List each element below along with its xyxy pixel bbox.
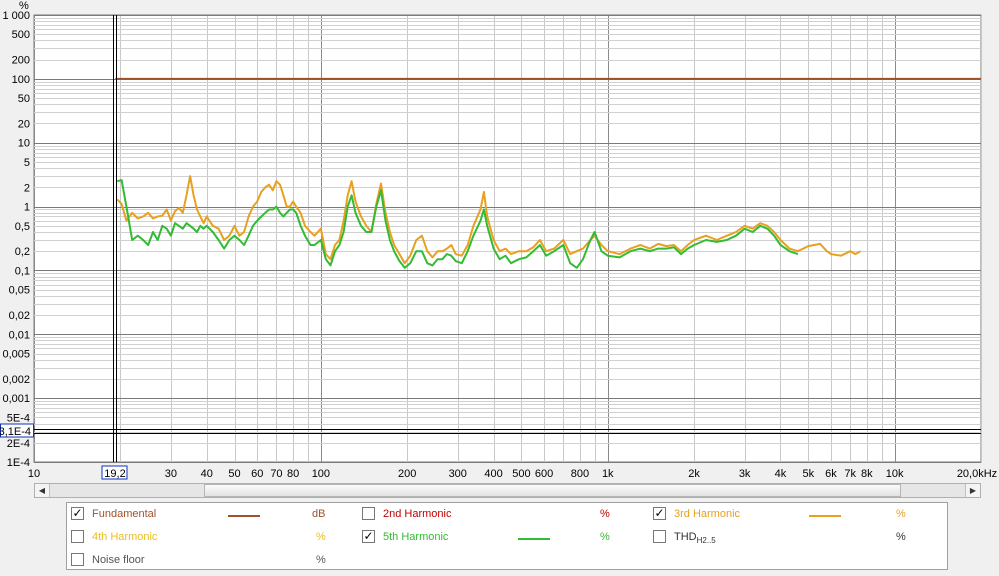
- legend-label-3rd-harmonic: 3rd Harmonic: [674, 508, 741, 520]
- legend-unit-3rd-harmonic: %: [896, 508, 906, 520]
- x-tick-label: 4k: [775, 468, 787, 480]
- legend-panel: ✓ Fundamental dB 2nd Harmonic % ✓ 3rd Ha…: [66, 502, 948, 570]
- 5th-harmonic-checkbox[interactable]: ✓: [362, 530, 375, 543]
- distortion-chart: % 1 0005002001005020105210,50,20,10,050,…: [0, 0, 997, 480]
- x-tick-label: 100: [312, 468, 330, 480]
- x-tick-label: 3k: [739, 468, 751, 480]
- legend-item-3rd-harmonic[interactable]: ✓ 3rd Harmonic %: [653, 505, 933, 523]
- scroll-right-button[interactable]: ▶: [965, 484, 980, 497]
- y-tick-label: 50: [18, 93, 30, 105]
- y-axis: 1 000 500 200 100 50 20 10 5 2 1 0,5 0,2 0,1 0,05 0,02…: [2, 10, 30, 469]
- legend-swatch-5th-harmonic: [518, 538, 550, 540]
- 2nd-harmonic-checkbox[interactable]: [362, 507, 375, 520]
- x-tick-label: 1k: [602, 468, 614, 480]
- y-tick-label: 1E-4: [7, 457, 30, 469]
- thd-label-subscript: H2..5: [696, 536, 716, 545]
- y-tick-label: 1: [24, 202, 30, 214]
- x-tick-label: 400: [484, 468, 502, 480]
- y-tick-label: 5E-4: [7, 412, 30, 424]
- x-tick-label: 5k: [802, 468, 814, 480]
- x-axis-end-label: 20,0kHz: [957, 468, 997, 480]
- x-tick-label: 6k: [825, 468, 837, 480]
- y-tick-label: 2: [24, 182, 30, 194]
- x-tick-label: 30: [165, 468, 177, 480]
- y-tick-label: 0,005: [2, 349, 30, 361]
- legend-item-5th-harmonic[interactable]: ✓ 5th Harmonic %: [362, 528, 632, 546]
- legend-label-fundamental: Fundamental: [92, 508, 157, 520]
- legend-item-thd[interactable]: THDH2..5 %: [653, 528, 933, 546]
- legend-label-4th-harmonic: 4th Harmonic: [92, 531, 158, 543]
- y-tick-label: 200: [12, 55, 30, 67]
- legend-unit-noise-floor: %: [316, 554, 326, 566]
- legend-item-4th-harmonic[interactable]: 4th Harmonic %: [71, 528, 341, 546]
- x-tick-label: 10k: [886, 468, 904, 480]
- fundamental-checkbox[interactable]: ✓: [71, 507, 84, 520]
- thd-checkbox[interactable]: [653, 530, 666, 543]
- y-tick-label: 2E-4: [7, 438, 30, 450]
- legend-item-fundamental[interactable]: ✓ Fundamental dB: [71, 505, 341, 523]
- x-tick-label: 800: [571, 468, 589, 480]
- legend-label-5th-harmonic: 5th Harmonic: [383, 531, 449, 543]
- cursor-x-readout: 19,2: [104, 468, 125, 480]
- x-tick-label: 80: [287, 468, 299, 480]
- noise-floor-checkbox[interactable]: [71, 553, 84, 566]
- y-tick-label: 0,5: [15, 221, 30, 233]
- legend-unit-fundamental: dB: [312, 508, 326, 520]
- horizontal-scrollbar[interactable]: ◀ ▶: [34, 483, 981, 498]
- x-tick-label: 7k: [844, 468, 856, 480]
- scroll-left-button[interactable]: ◀: [35, 484, 50, 497]
- y-tick-label: 100: [12, 74, 30, 86]
- 3rd-harmonic-checkbox[interactable]: ✓: [653, 507, 666, 520]
- x-tick-label: 200: [398, 468, 416, 480]
- scroll-thumb[interactable]: [204, 484, 901, 497]
- thd-label-text: THD: [674, 531, 697, 543]
- x-tick-label: 70: [270, 468, 282, 480]
- legend-unit-4th-harmonic: %: [316, 531, 326, 543]
- legend-item-noise-floor[interactable]: Noise floor %: [71, 551, 341, 569]
- x-tick-label: 40: [201, 468, 213, 480]
- y-tick-label: 0,05: [9, 285, 30, 297]
- legend-unit-thd: %: [896, 531, 906, 543]
- x-tick-label: 300: [449, 468, 467, 480]
- legend-unit-5th-harmonic: %: [600, 531, 610, 543]
- legend-label-2nd-harmonic: 2nd Harmonic: [383, 508, 452, 520]
- legend-item-2nd-harmonic[interactable]: 2nd Harmonic %: [362, 505, 632, 523]
- legend-unit-2nd-harmonic: %: [600, 508, 610, 520]
- x-tick-label: 2k: [688, 468, 700, 480]
- x-axis: 10 30 40 50 60 70 80 100 200 300 400 500 600 800 1k 2k 3…: [28, 468, 997, 480]
- y-tick-label: 0,2: [15, 246, 30, 258]
- x-tick-label: 8k: [861, 468, 873, 480]
- y-tick-label: 0,1: [15, 265, 30, 277]
- legend-swatch-fundamental: [228, 515, 260, 517]
- 4th-harmonic-checkbox[interactable]: [71, 530, 84, 543]
- x-tick-label: 600: [535, 468, 553, 480]
- x-tick-label: 60: [251, 468, 263, 480]
- x-tick-label: 50: [228, 468, 240, 480]
- x-tick-label: 500: [512, 468, 530, 480]
- y-tick-label: 0,002: [2, 374, 30, 386]
- y-tick-label: 5: [24, 157, 30, 169]
- y-tick-label: 10: [18, 138, 30, 150]
- scroll-track[interactable]: [50, 484, 965, 497]
- y-tick-label: 0,02: [9, 310, 30, 322]
- y-tick-label: 0,01: [9, 329, 30, 341]
- cursor-y-readout: 3,1E-4: [0, 426, 31, 438]
- legend-swatch-3rd-harmonic: [809, 515, 841, 517]
- y-tick-label: 20: [18, 118, 30, 130]
- x-tick-label: 10: [28, 468, 40, 480]
- y-tick-label: 500: [12, 29, 30, 41]
- legend-label-thd: THDH2..5: [674, 531, 716, 545]
- y-tick-label: 0,001: [2, 393, 30, 405]
- legend-label-noise-floor: Noise floor: [92, 554, 145, 566]
- y-tick-label: 1 000: [2, 10, 30, 22]
